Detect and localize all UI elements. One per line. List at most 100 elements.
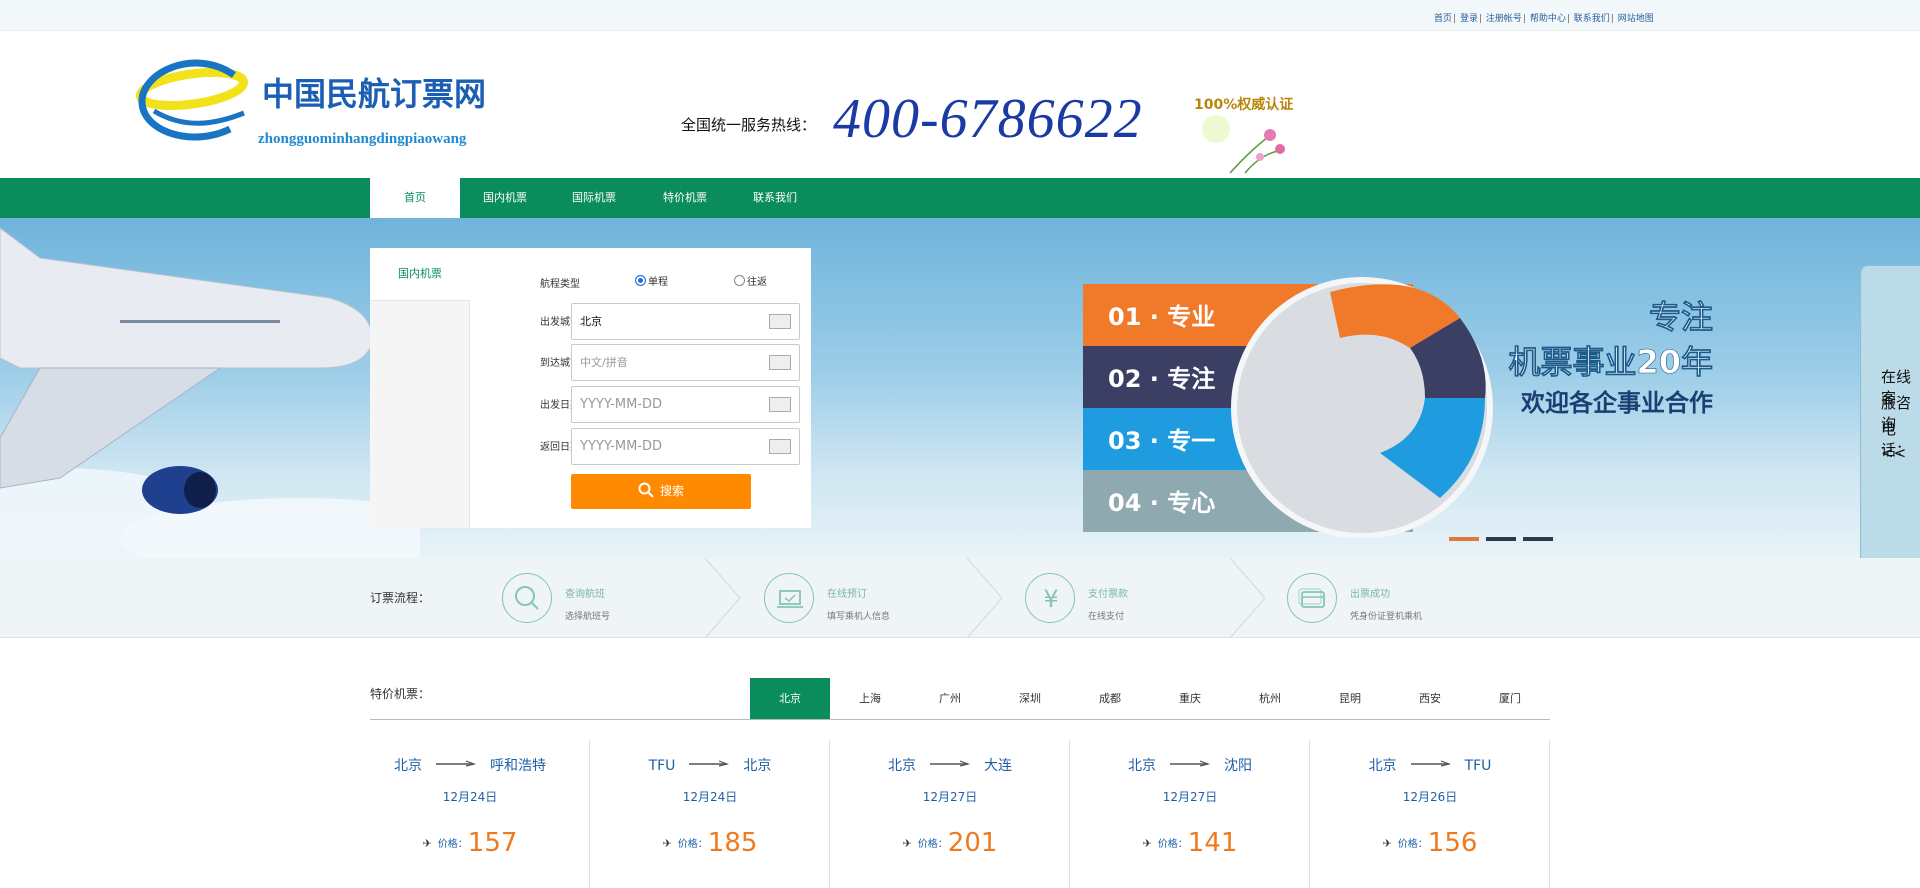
brand-graphic: 01 · 专业 02 · 专注 03 · 专一 04 · 专心 专注 机票事业2… [1083,277,1713,538]
online-service-tab[interactable]: 在线客 服咨询 电话： << [1860,265,1920,567]
airplane-image [0,227,420,558]
flight-date: 12月24日 [442,790,498,804]
yen-icon: ¥ [1043,585,1058,613]
service-tab-arrow[interactable]: << [1881,444,1906,462]
price-prefix: 价格： [1157,839,1188,850]
route-from: 北京 [1128,758,1156,774]
price-value: 157 [467,828,518,858]
nav-item-home[interactable]: 首页 [370,178,460,218]
plane-windows [120,320,280,323]
city-tab-chengdu[interactable]: 成都 [1070,678,1150,720]
to-city-input[interactable]: 中文/拼音 [571,344,800,381]
slogan-3: 欢迎各企事业合作 [1520,389,1713,417]
flight-card[interactable]: TFU 北京 12月24日 ✈ 价格：185 [590,740,830,888]
price-prefix: 价格： [437,839,468,850]
city-tab-xiamen[interactable]: 厦门 [1470,678,1550,720]
plane-engine-intake [184,472,216,508]
tab-domestic[interactable]: 国内机票 [370,248,470,300]
process-step-title: 出票成功 [1350,589,1390,600]
route-to: TFU [1464,758,1492,774]
process-step-book: 在线预订 填写乘机人信息 [764,570,964,626]
nav-item-domestic[interactable]: 国内机票 [460,178,550,218]
top-link-login[interactable]: 登录 [1460,14,1478,24]
search-button[interactable]: 搜索 [571,474,751,509]
city-tab-hangzhou[interactable]: 杭州 [1230,678,1310,720]
radio-oneway-dot[interactable] [635,275,646,286]
flight-card[interactable]: 北京 TFU 12月26日 ✈ 价格：156 [1310,740,1550,888]
calendar-icon[interactable] [769,439,791,454]
nav-item-contact[interactable]: 联系我们 [730,178,820,218]
step-label-2: 02 · 专注 [1108,365,1215,393]
site-logo[interactable]: 中国民航订票网 zhongguominhangdingpiaowang [134,51,514,161]
step-label-4: 04 · 专心 [1108,489,1215,517]
from-city-input[interactable]: 北京 [571,303,800,340]
logo-pinyin-text: zhongguominhangdingpiaowang [258,131,467,147]
search-button-label: 搜索 [659,484,684,498]
flight-card[interactable]: 北京 呼和浩特 12月24日 ✈ 价格：157 [350,740,590,888]
flight-route: 北京 沈阳 [1070,755,1310,775]
city-tab-guangzhou[interactable]: 广州 [910,678,990,720]
flight-price: ✈ 价格：185 [590,828,830,858]
flower-glow [1202,115,1230,143]
top-link-contact[interactable]: 联系我们 [1574,14,1610,24]
calendar-icon[interactable] [769,397,791,412]
price-prefix: 价格： [677,839,708,850]
chevron-right-icon [966,558,1003,638]
chevron-right-icon [704,558,741,638]
flights-divider [370,719,1550,720]
id-card-icon [1298,588,1325,608]
city-picker-icon[interactable] [769,355,791,370]
route-from: TFU [648,758,676,774]
radio-oneway[interactable]: 单程 [635,273,668,288]
flight-route: 北京 呼和浩特 [350,755,590,775]
city-tab-xian[interactable]: 西安 [1390,678,1470,720]
city-tab-chongqing[interactable]: 重庆 [1150,678,1230,720]
radio-roundtrip[interactable]: 往返 [734,273,767,288]
hero-banner: 01 · 专业 02 · 专注 03 · 专一 04 · 专心 专注 机票事业2… [0,218,1920,558]
top-link-register[interactable]: 注册帐号 [1486,14,1522,24]
logo-swoosh [152,108,245,126]
special-flights-title: 特价机票： [370,687,431,701]
city-tab-kunming[interactable]: 昆明 [1310,678,1390,720]
process-step-desc: 选择航班号 [565,612,611,622]
plane-icon: ✈ [422,837,432,850]
step-label-1: 01 · 专业 [1108,303,1215,331]
card-circle-icon [1287,573,1337,623]
flight-date: 12月27日 [1162,790,1218,804]
flight-price: ✈ 价格：156 [1310,828,1550,858]
price-prefix: 价格： [917,839,948,850]
process-step-pay: ¥ 支付票款 在线支付 [1025,570,1225,626]
laptop-circle-icon [764,573,814,623]
flight-route: TFU 北京 [590,755,830,775]
process-title: 订票流程： [370,591,431,605]
route-from: 北京 [888,758,916,774]
top-link-help[interactable]: 帮助中心 [1530,14,1566,24]
depart-date-input[interactable]: YYYY-MM-DD [571,386,800,423]
nav-item-special[interactable]: 特价机票 [640,178,730,218]
flight-card[interactable]: 北京 大连 12月27日 ✈ 价格：201 [830,740,1070,888]
flight-date: 12月27日 [922,790,978,804]
slider-dot-2[interactable] [1486,537,1516,541]
city-picker-icon[interactable] [769,314,791,329]
route-from: 北京 [1368,758,1397,774]
booking-process-strip: 订票流程： 查询航班 选择航班号 在线预订 填写乘机人信息 ¥ 支付票款 在线支… [0,558,1920,638]
laptop-icon [777,590,803,608]
city-tab-shenzhen[interactable]: 深圳 [990,678,1070,720]
price-value: 201 [947,828,998,858]
radio-roundtrip-dot[interactable] [734,275,745,286]
city-tab-beijing[interactable]: 北京 [750,678,830,720]
route-arrow-icon [1170,760,1210,767]
slider-dot-3[interactable] [1523,537,1553,541]
slogan-1: 专注 [1649,298,1713,336]
route-to: 呼和浩特 [490,758,546,774]
return-date-input[interactable]: YYYY-MM-DD [571,428,800,465]
nav-item-international[interactable]: 国际机票 [549,178,639,218]
city-tab-shanghai[interactable]: 上海 [830,678,910,720]
top-link-sitemap[interactable]: 网站地图 [1618,14,1654,24]
slider-dot-1[interactable] [1449,537,1479,541]
top-link-home[interactable]: 首页 [1434,14,1452,24]
flight-route: 北京 TFU [1310,755,1550,775]
flight-search-panel: 国内机票 航程类型 单程 往返 出发城市 北京 到达城市 中文/拼音 出发日期 … [370,248,811,528]
route-arrow-icon [930,760,970,767]
flight-card[interactable]: 北京 沈阳 12月27日 ✈ 价格：141 [1070,740,1310,888]
